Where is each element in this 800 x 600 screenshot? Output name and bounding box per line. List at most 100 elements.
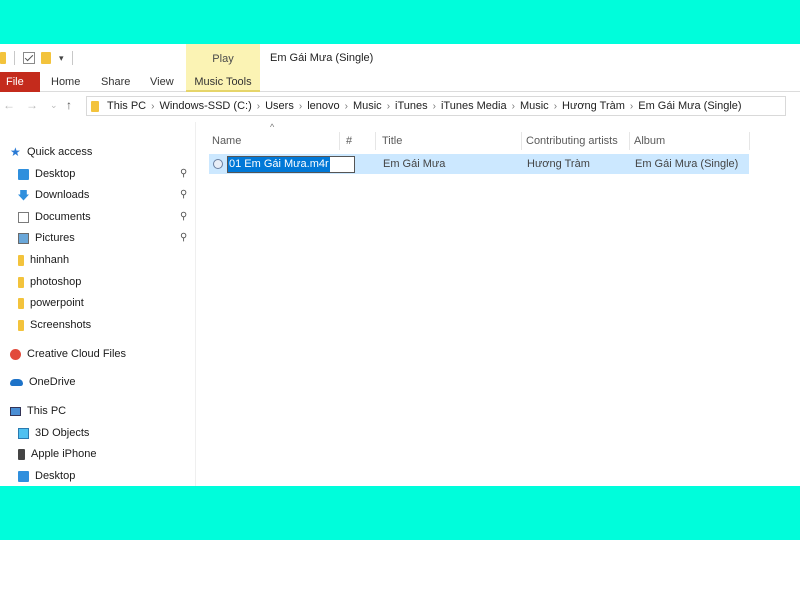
sort-ascending-icon: ^ [270,122,275,132]
column-header-name[interactable]: Name [208,132,340,150]
breadcrumb-this-pc[interactable]: This PC [107,100,146,112]
breadcrumb-album[interactable]: Em Gái Mưa (Single) [638,100,741,112]
breadcrumb-separator-icon: › [386,100,391,112]
folder-icon [18,297,24,309]
nav-folder-photoshop[interactable]: photoshop [18,272,81,292]
nav-label: Creative Cloud Files [27,348,127,360]
play-context-tab[interactable]: Play [186,44,260,72]
nav-folder-hinhanh[interactable]: hinhanh [18,250,69,270]
breadcrumb-separator-icon: › [344,100,348,112]
column-header-contributing-artists[interactable]: Contributing artists [522,132,630,150]
document-icon [18,211,29,223]
breadcrumb-itunes-media[interactable]: iTunes Media [441,100,507,112]
properties-icon[interactable] [23,52,35,64]
nav-folder-powerpoint[interactable]: powerpoint [18,293,84,313]
new-folder-icon[interactable] [41,52,51,64]
pin-icon[interactable]: ⚲ [180,232,187,243]
nav-pictures[interactable]: Pictures [18,228,75,248]
breadcrumb-separator-icon: › [298,100,303,112]
nav-label: 3D Objects [35,427,90,439]
up-arrow-icon[interactable]: ↑ [66,98,72,112]
desktop-icon [18,168,29,180]
nav-label: This PC [27,405,67,417]
file-explorer-window: ▾ Play Em Gái Mưa (Single) File Home Sha… [0,44,800,486]
breadcrumb-separator-icon: › [432,100,436,112]
nav-label: Quick access [27,146,93,158]
cube-icon [18,427,29,439]
top-color-band [0,0,800,44]
column-header-album[interactable]: Album [630,132,750,150]
ribbon-tabs: File Home Share View Music Tools [0,72,800,92]
forward-arrow-icon[interactable]: → [26,98,38,112]
address-bar: ← → ⌄ ↑ This PC › Windows-SSD (C:) › Use… [0,94,800,118]
nav-label: Downloads [35,189,90,201]
star-icon: ★ [10,145,21,159]
rename-selected-text: 01 Em Gái Mưa.m4r [228,157,330,172]
table-row[interactable]: 01 Em Gái Mưa.m4r Em Gái Mưa Hương Tràm … [209,154,749,174]
creative-cloud-icon [10,348,21,360]
address-path-field[interactable]: This PC › Windows-SSD (C:) › Users › len… [86,96,786,116]
breadcrumb-artist[interactable]: Hương Tràm [562,100,625,112]
cell-title: Em Gái Mưa [383,158,446,170]
back-arrow-icon[interactable]: ← [3,98,15,112]
tab-share[interactable]: Share [101,72,130,92]
breadcrumb-separator-icon: › [553,100,558,112]
nav-label: hinhanh [30,254,70,266]
quick-access-toolbar: ▾ [0,50,81,66]
breadcrumb-itunes[interactable]: iTunes [395,100,428,112]
computer-icon [10,406,21,416]
nav-folder-screenshots[interactable]: Screenshots [18,315,91,335]
nav-pc-desktop[interactable]: Desktop [18,466,75,486]
nav-label: Apple iPhone [31,448,97,460]
folder-icon [18,319,24,331]
tab-home[interactable]: Home [51,72,80,92]
nav-downloads[interactable]: Downloads [18,185,89,205]
recent-locations-chevron-icon[interactable]: ⌄ [50,100,58,111]
pin-icon[interactable]: ⚲ [180,189,187,200]
breadcrumb-separator-icon: › [256,100,261,112]
pin-icon[interactable]: ⚲ [180,211,187,222]
nav-label: powerpoint [30,297,84,309]
tab-music-tools[interactable]: Music Tools [186,72,260,92]
file-list: ^ Name # Title Contributing artists Albu… [204,122,800,486]
breadcrumb-music-sub[interactable]: Music [520,100,549,112]
nav-documents[interactable]: Documents [18,207,91,227]
nav-apple-iphone[interactable]: Apple iPhone [18,444,96,464]
breadcrumb-users[interactable]: Users [265,100,294,112]
rename-input[interactable]: 01 Em Gái Mưa.m4r [227,156,355,173]
nav-this-pc[interactable]: This PC [10,401,66,421]
column-header-title[interactable]: Title [378,132,522,150]
title-bar: ▾ Play Em Gái Mưa (Single) [0,44,800,72]
nav-creative-cloud[interactable]: Creative Cloud Files [10,344,126,364]
nav-quick-access[interactable]: ★ Quick access [10,142,92,162]
folder-icon [91,100,99,112]
breadcrumb-music[interactable]: Music [353,100,382,112]
download-icon [18,189,29,201]
tab-view[interactable]: View [150,72,174,92]
folder-icon [0,52,6,64]
breadcrumb-drive[interactable]: Windows-SSD (C:) [159,100,251,112]
nav-label: Screenshots [30,319,92,331]
customize-toolbar-dropdown-icon[interactable]: ▾ [59,53,64,64]
column-header-number[interactable]: # [342,132,376,150]
nav-3d-objects[interactable]: 3D Objects [18,423,89,443]
cloud-icon [10,378,23,386]
nav-label: OneDrive [29,376,76,388]
nav-onedrive[interactable]: OneDrive [10,372,75,392]
desktop-icon [18,470,29,482]
cell-contributing-artists: Hương Tràm [527,158,590,170]
nav-label: Desktop [35,168,76,180]
folder-icon [18,254,24,266]
cell-album: Em Gái Mưa (Single) [635,158,739,170]
nav-desktop[interactable]: Desktop [18,164,75,184]
toolbar-divider [14,51,15,65]
nav-label: Desktop [35,470,76,482]
tab-file[interactable]: File [0,72,40,92]
navigation-pane: ★ Quick access Desktop ⚲ Downloads ⚲ Doc… [0,122,196,486]
breadcrumb-separator-icon: › [511,100,515,112]
audio-file-icon [213,159,223,169]
nav-label: Documents [35,211,91,223]
breadcrumb-user[interactable]: lenovo [307,100,339,112]
pin-icon[interactable]: ⚲ [180,168,187,179]
window-title: Em Gái Mưa (Single) [270,52,374,64]
